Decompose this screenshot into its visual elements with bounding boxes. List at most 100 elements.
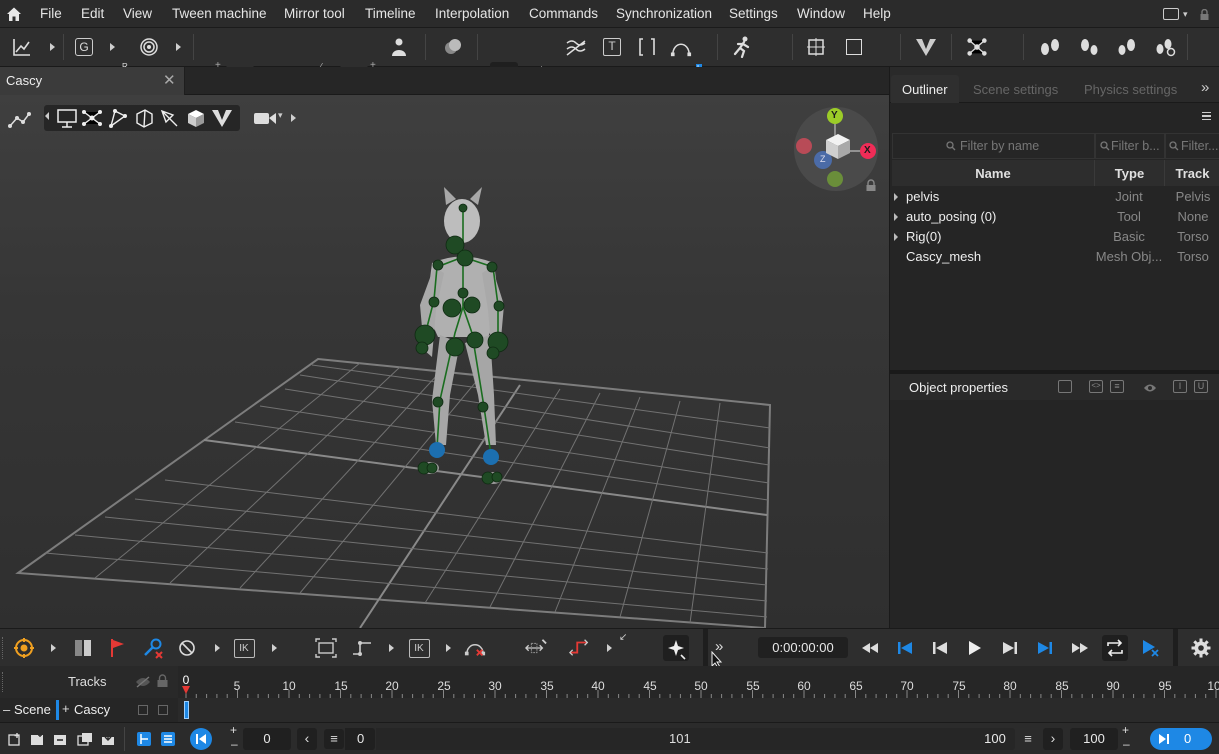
list-icon[interactable]: ≡ <box>324 729 344 749</box>
eye-icon[interactable] <box>1143 381 1157 396</box>
import-icon[interactable] <box>101 732 115 749</box>
gear-icon[interactable] <box>1190 637 1212 659</box>
document-tab[interactable]: Cascy ✕ <box>0 67 185 95</box>
expand-arrow-icon[interactable] <box>894 193 898 201</box>
fast-forward-icon[interactable] <box>1069 637 1091 659</box>
ik-button[interactable]: IK <box>233 637 255 659</box>
range-end-icon[interactable] <box>160 731 176 750</box>
menu-settings[interactable]: Settings <box>729 6 778 21</box>
filter-track-field[interactable]: Filter... <box>1165 133 1219 159</box>
dropdown-arrow-icon[interactable] <box>607 644 612 652</box>
frame-selection-icon[interactable] <box>315 637 337 659</box>
plus-icon[interactable]: + <box>1122 723 1129 737</box>
end-frame-button[interactable]: 0 <box>1150 728 1212 750</box>
duplicate-icon[interactable] <box>77 732 93 749</box>
play-range-icon[interactable] <box>1140 637 1162 659</box>
column-name-header[interactable]: Name <box>892 160 1095 186</box>
range-slider[interactable]: 101 <box>376 728 984 750</box>
key-wrench-icon[interactable] <box>142 637 164 659</box>
frame-select-icon[interactable] <box>805 36 827 58</box>
outliner-row-cascy-mesh[interactable]: Cascy_mesh Mesh Obj... Torso <box>890 247 1219 267</box>
collapse-icon[interactable]: – <box>3 702 10 717</box>
3d-viewport[interactable]: ▾ Y X Z <box>0 95 889 628</box>
bezier-icon[interactable] <box>670 36 692 58</box>
panel-icon[interactable] <box>1058 380 1072 393</box>
drag-handle[interactable] <box>2 672 5 692</box>
italic-icon[interactable]: I <box>1173 380 1187 393</box>
menu-synchronization[interactable]: Synchronization <box>616 6 712 21</box>
menu-mirror-tool[interactable]: Mirror tool <box>284 6 345 21</box>
character-icon[interactable] <box>388 36 410 58</box>
menu-help[interactable]: Help <box>863 6 891 21</box>
dropdown-arrow-icon[interactable] <box>50 43 55 51</box>
left-arrow-icon[interactable] <box>45 112 49 120</box>
panel-divider[interactable] <box>703 629 708 667</box>
jump-start-button[interactable] <box>190 728 212 750</box>
rig-nodes-icon[interactable] <box>966 36 988 58</box>
outliner-row-rig[interactable]: Rig(0) Basic Torso <box>890 227 1219 247</box>
outliner-row-auto-posing[interactable]: auto_posing (0) Tool None <box>890 207 1219 227</box>
dropdown-arrow-icon[interactable] <box>215 644 220 652</box>
flag-icon[interactable] <box>107 637 129 659</box>
scene-track-label[interactable]: Scene <box>14 702 51 717</box>
bezier-remove-icon[interactable] <box>464 637 486 659</box>
dropdown-arrow-icon[interactable] <box>51 644 56 652</box>
cascy-track-label[interactable]: Cascy <box>74 702 110 717</box>
remove-track-icon[interactable] <box>53 732 67 749</box>
menu-commands[interactable]: Commands <box>529 6 598 21</box>
list-icon[interactable]: ≡ <box>1019 729 1037 749</box>
step-curve-icon[interactable] <box>351 637 373 659</box>
dropdown-arrow-icon[interactable] <box>446 644 451 652</box>
visibility-checkbox[interactable] <box>138 705 148 715</box>
add-folder-icon[interactable] <box>30 732 44 749</box>
brush-mode-icon[interactable] <box>159 108 181 131</box>
chevron-down-icon[interactable]: ▾ <box>1183 9 1188 20</box>
menu-interpolation[interactable]: Interpolation <box>435 6 509 21</box>
chevron-right-icon[interactable]: › <box>1043 728 1063 750</box>
hamburger-icon[interactable] <box>1202 112 1211 120</box>
move-keys-icon[interactable] <box>525 637 547 659</box>
track-row-scene[interactable]: – Scene + Cascy <box>0 698 1219 722</box>
overflow-chevron-icon[interactable]: » <box>1201 79 1209 96</box>
auto-key-button[interactable] <box>663 635 689 661</box>
drag-handle[interactable] <box>2 637 5 659</box>
dropdown-arrow-icon[interactable] <box>389 644 394 652</box>
dropdown-arrow-icon[interactable] <box>272 644 277 652</box>
lock-icon[interactable] <box>1200 8 1209 20</box>
footprints-icon[interactable] <box>1039 36 1061 58</box>
range-end-field[interactable]: 100 <box>1070 728 1118 750</box>
footprints-settings-icon[interactable] <box>1154 36 1176 58</box>
timecode-field[interactable]: 0:00:00:00 <box>758 637 848 658</box>
column-track-header[interactable]: Track <box>1165 160 1219 186</box>
ik-fk-button[interactable]: IK <box>408 637 430 659</box>
track-lane[interactable] <box>178 698 1219 722</box>
loop-button[interactable] <box>1102 635 1128 661</box>
text-tool-icon[interactable]: T <box>601 36 623 58</box>
gravity-mode-button[interactable]: G <box>73 36 95 58</box>
run-pose-icon[interactable] <box>731 36 753 58</box>
lock-icon[interactable] <box>866 179 876 194</box>
range-start-icon[interactable] <box>136 731 152 750</box>
mirror-icon[interactable] <box>72 637 94 659</box>
minus-icon[interactable]: – <box>231 737 238 751</box>
lock-icon[interactable] <box>157 674 168 690</box>
footprints-left-icon[interactable] <box>1078 36 1100 58</box>
dropdown-arrow-icon[interactable] <box>176 43 181 51</box>
go-to-start-icon[interactable] <box>894 637 916 659</box>
play-icon[interactable] <box>964 637 986 659</box>
vertex-mode-icon[interactable] <box>107 108 129 131</box>
keyframe-marker[interactable] <box>184 701 189 719</box>
menu-window[interactable]: Window <box>797 6 845 21</box>
menu-file[interactable]: File <box>40 6 62 21</box>
tab-physics-settings[interactable]: Physics settings <box>1084 82 1177 97</box>
wave-icon[interactable] <box>565 36 587 58</box>
home-icon[interactable] <box>6 6 22 22</box>
menu-edit[interactable]: Edit <box>81 6 104 21</box>
dropdown-arrow-icon[interactable] <box>291 114 296 122</box>
target-icon[interactable] <box>13 637 35 659</box>
camera-icon[interactable] <box>253 110 277 129</box>
expand-arrow-icon[interactable] <box>894 213 898 221</box>
solid-cube-icon[interactable] <box>185 108 207 131</box>
square-icon[interactable] <box>843 36 865 58</box>
lock-checkbox[interactable] <box>158 705 168 715</box>
